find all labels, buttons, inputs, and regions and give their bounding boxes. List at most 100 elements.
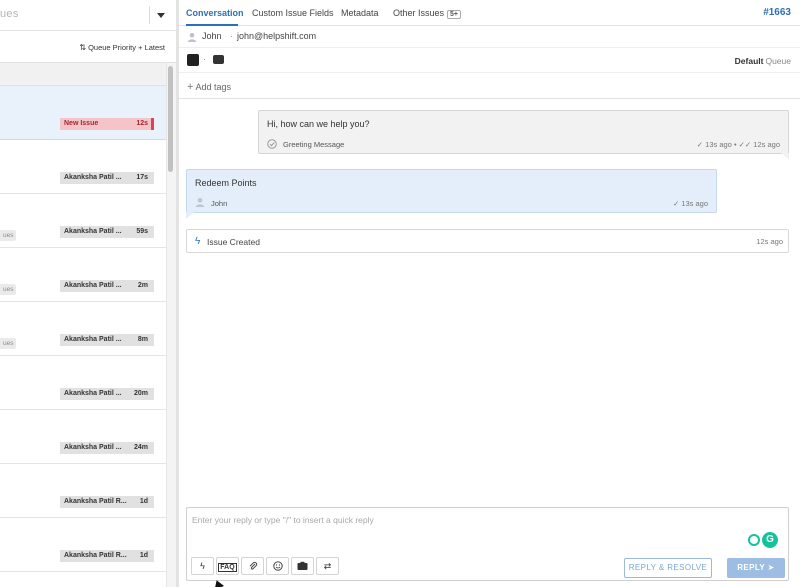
- user-name: John: [202, 31, 222, 41]
- tab-custom-issue-fields[interactable]: Custom Issue Fields: [252, 8, 334, 18]
- reply-composer: G ϟ FAQ ⇄ REPLY & RESOLVE REPLY ➤: [186, 507, 789, 581]
- lightbulb-icon: [748, 534, 760, 546]
- composer-toolbar: ϟ FAQ ⇄ REPLY & RESOLVE REPLY ➤: [187, 554, 788, 580]
- scrollbar-thumb[interactable]: [168, 66, 173, 172]
- agent-bubble-tail: [781, 153, 789, 160]
- app-root: ues ⇅ Queue Priority + Latest New Issue 12…: [0, 0, 800, 587]
- app-icon: [187, 54, 199, 66]
- sort-row: ⇅ Queue Priority + Latest: [0, 31, 176, 63]
- user-bubble-tail: [186, 212, 194, 219]
- user-message-text: Redeem Points: [195, 178, 257, 188]
- tags-row: + Add tags: [179, 73, 800, 99]
- assignee-badge: Akanksha Patil ... 24m: [60, 442, 154, 454]
- user-message-time: ✓ 13s ago: [672, 199, 708, 208]
- issue-list-item[interactable]: ues Akanksha Patil ... 2m: [0, 248, 166, 302]
- issue-age: 17s: [136, 174, 148, 181]
- issue-list-header: [0, 63, 166, 86]
- new-issue-indicator: [151, 118, 154, 130]
- assignee-name: Akanksha Patil ...: [64, 174, 122, 181]
- issue-list-item[interactable]: Akanksha Patil ... 24m: [0, 410, 166, 464]
- issue-age: 2m: [137, 282, 148, 289]
- issue-list-item[interactable]: Akanksha Patil ... 20m: [0, 356, 166, 410]
- issue-list-item[interactable]: Akanksha Patil R... 1d: [0, 464, 166, 518]
- queue-suffix: Queue: [765, 56, 791, 66]
- plus-icon: +: [187, 81, 194, 93]
- conversation-pane: Conversation Custom Issue Fields Metadat…: [179, 0, 800, 587]
- greeting-check-icon: [267, 139, 277, 149]
- assignee-name: Akanksha Patil R...: [64, 498, 127, 505]
- user-message-author: John: [211, 199, 228, 208]
- assignee-badge: Akanksha Patil ... 17s: [60, 172, 154, 184]
- grammarly-widget[interactable]: G: [748, 532, 780, 550]
- agent-message-text: Hi, how can we help you?: [267, 119, 370, 129]
- user-message: Redeem Points John ✓ 13s ago: [186, 169, 717, 219]
- add-tags-label: Add tags: [195, 82, 231, 92]
- issue-age: 20m: [133, 390, 148, 397]
- assignee-badge: Akanksha Patil ... 8m: [60, 334, 154, 346]
- assignee-name: Akanksha Patil ...: [64, 228, 122, 235]
- issue-age: 8m: [137, 336, 148, 343]
- attach-button[interactable]: [241, 557, 264, 575]
- other-issues-badge: 5+: [447, 10, 462, 19]
- issue-age: 1d: [139, 498, 148, 505]
- smiley-icon: [272, 561, 283, 571]
- agent-message-label: Greeting Message: [283, 140, 345, 149]
- event-label: Issue Created: [207, 237, 260, 247]
- issue-age: 24m: [133, 444, 148, 451]
- issue-list-item[interactable]: Akanksha Patil R... 1d: [0, 518, 166, 572]
- transfer-button[interactable]: ⇄: [316, 557, 339, 575]
- issue-list-item[interactable]: New Issue 12s: [0, 86, 166, 140]
- agent-message-time: ✓ 13s ago • ✓✓ 12s ago: [696, 140, 780, 149]
- issue-meta-row: · Default Queue: [179, 48, 800, 73]
- issue-tag: ues: [0, 230, 17, 241]
- chat-icon: [213, 55, 224, 64]
- issue-age: 59s: [136, 228, 148, 235]
- tab-other-issues[interactable]: Other Issues 5+: [393, 8, 462, 19]
- quick-reply-button[interactable]: ϟ: [191, 557, 214, 575]
- paperclip-icon: [249, 561, 257, 570]
- camera-icon: [297, 561, 308, 570]
- issue-created-event: ϟ Issue Created 12s ago: [186, 229, 789, 253]
- assignee-name: Akanksha Patil R...: [64, 552, 127, 559]
- grammarly-icon: G: [762, 532, 778, 548]
- reply-button[interactable]: REPLY ➤: [727, 558, 785, 578]
- issue-filter-dropdown[interactable]: ues: [0, 0, 176, 31]
- user-avatar-icon: [187, 33, 197, 42]
- issue-list-pane: ues ⇅ Queue Priority + Latest New Issue 12…: [0, 0, 176, 587]
- lightning-icon: ϟ: [195, 236, 201, 247]
- reply-input[interactable]: [187, 508, 788, 552]
- issue-list-item[interactable]: Akanksha Patil ... 17s: [0, 140, 166, 194]
- issue-age: 12s: [136, 120, 148, 127]
- issue-age: 1d: [139, 552, 148, 559]
- reply-and-resolve-button[interactable]: REPLY & RESOLVE: [624, 558, 712, 578]
- queue-label[interactable]: Default Queue: [735, 56, 791, 66]
- emoji-button[interactable]: [266, 557, 289, 575]
- lightning-icon: ϟ: [200, 561, 205, 571]
- issue-list-item[interactable]: ues Akanksha Patil ... 8m: [0, 302, 166, 356]
- tab-conversation[interactable]: Conversation: [186, 8, 244, 18]
- event-time: 12s ago: [756, 237, 783, 246]
- message-thread: Hi, how can we help you? Greeting Messag…: [179, 99, 800, 505]
- user-avatar-icon: [195, 198, 205, 207]
- user-info-row: John · john@helpshift.com: [179, 26, 800, 48]
- issue-list-item[interactable]: ues Akanksha Patil ... 59s: [0, 194, 166, 248]
- assignee-name: Akanksha Patil ...: [64, 390, 122, 397]
- tab-metadata[interactable]: Metadata: [341, 8, 379, 18]
- sort-button[interactable]: ⇅ Queue Priority + Latest: [79, 43, 165, 52]
- assignee-name: Akanksha Patil ...: [64, 444, 122, 451]
- screenshot-button[interactable]: [291, 557, 314, 575]
- add-tags-button[interactable]: + Add tags: [187, 81, 231, 93]
- tab-other-issues-label: Other Issues: [393, 8, 445, 18]
- issue-id: #1663: [763, 7, 791, 18]
- assignee-name: Akanksha Patil ...: [64, 336, 122, 343]
- assignee-badge: Akanksha Patil R... 1d: [60, 496, 154, 508]
- chevron-down-icon[interactable]: [157, 13, 165, 18]
- agent-message: Hi, how can we help you? Greeting Messag…: [258, 110, 789, 160]
- user-email[interactable]: john@helpshift.com: [237, 31, 316, 41]
- faq-button[interactable]: FAQ: [216, 557, 239, 575]
- issue-tag: ues: [0, 338, 17, 349]
- assignee-badge: Akanksha Patil R... 1d: [60, 550, 154, 562]
- swap-icon: ⇄: [323, 561, 332, 571]
- issue-tag: ues: [0, 284, 17, 295]
- meta-separator: ·: [203, 54, 206, 64]
